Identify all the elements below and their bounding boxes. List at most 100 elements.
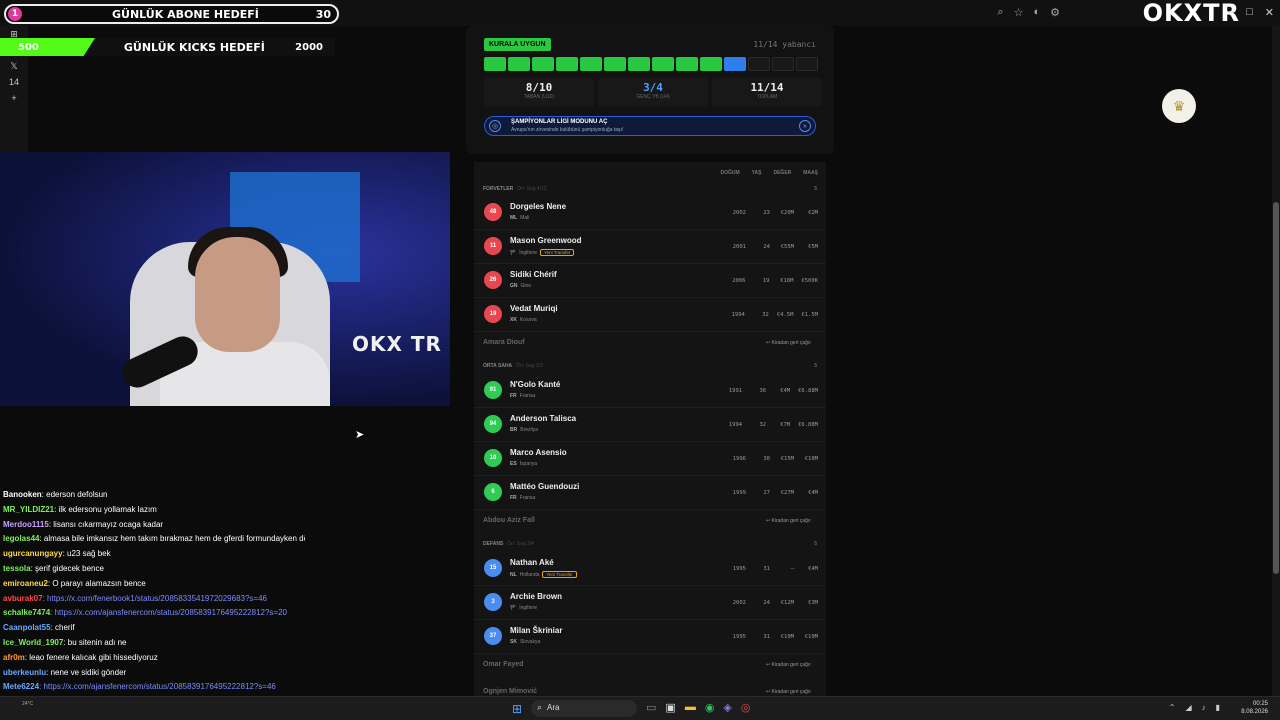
player-stats: 1991 36 €4M €6.88M <box>726 388 818 394</box>
discord-icon[interactable]: ◈ <box>723 701 731 714</box>
taskbar-search[interactable]: ⌕ Ara <box>531 700 637 717</box>
close-icon[interactable]: ✕ <box>1265 6 1274 19</box>
chat-username[interactable]: avburak07 <box>3 594 43 603</box>
chat-username[interactable]: Merdoo1115 <box>3 520 49 529</box>
chat-username[interactable]: Mete6224 <box>3 682 39 691</box>
player-born: 1991 <box>728 388 743 394</box>
player-nationality: 🏴 İngiltere Yeni Transfer <box>510 249 575 256</box>
kicks-goal-fill <box>0 38 95 56</box>
recall-loan-button[interactable]: ↩ Kiradan geri çağır <box>763 661 814 669</box>
table-row[interactable]: 94 Anderson Talisca BR Brezilya 1994 32 €7M €6.… <box>474 408 826 442</box>
battery-icon[interactable]: ▮ <box>1216 703 1220 712</box>
player-name[interactable]: Dorgeles Nene <box>510 202 566 211</box>
player-name[interactable]: N'Golo Kanté <box>510 380 560 389</box>
chat-message: avburak07: https://x.com/fenerbook1/stat… <box>3 592 305 607</box>
recall-loan-button[interactable]: ↩ Kiradan geri çağır <box>763 339 814 347</box>
recall-loan-button[interactable]: ↩ Kiradan geri çağır <box>763 688 814 696</box>
player-nationality: SK Slovakya <box>510 639 540 645</box>
player-age: 32 <box>759 422 767 428</box>
player-name[interactable]: Mason Greenwood <box>510 236 582 245</box>
table-row[interactable]: 48 Dorgeles Nene ML Mali 2002 23 €20M €2M <box>474 196 826 230</box>
chat-username[interactable]: uberkeunlu <box>3 668 46 677</box>
table-row[interactable]: 3 Archie Brown 🏴 İngiltere 2002 24 €12M €3M <box>474 586 826 620</box>
player-wage: €3M <box>808 600 818 606</box>
chat-username[interactable]: schalke7474 <box>3 608 50 617</box>
zoom-icon[interactable]: ⌕ <box>997 6 1003 19</box>
section-name: FORVETLER <box>483 186 514 192</box>
player-born: 1995 <box>732 634 746 640</box>
player-born: 2002 <box>732 600 746 606</box>
chat-username[interactable]: afr0m <box>3 653 25 662</box>
player-stats: 2006 19 €18M €500K <box>729 278 818 284</box>
country-code: 🏴 <box>510 605 517 611</box>
app-icon[interactable]: ◎ <box>741 701 751 714</box>
player-stats: 1995 31 – €4M <box>730 566 818 572</box>
chat-message: uberkeunlu: nene ve sidiki gönder <box>3 666 305 681</box>
bookmark-star-icon[interactable]: ☆ <box>1014 6 1024 19</box>
player-name[interactable]: Archie Brown <box>510 592 562 601</box>
chat-username[interactable]: Ice_World_1907 <box>3 638 63 647</box>
player-name[interactable]: Mattéo Guendouzi <box>510 482 579 491</box>
table-row[interactable]: 10 Marco Asensio ES İspanya 1996 30 €15M €10M <box>474 442 826 476</box>
weather-widget[interactable]: 24°C <box>22 701 33 707</box>
task-view-icon[interactable]: ▭ <box>646 701 656 714</box>
chat-username[interactable]: Caanpolat55 <box>3 623 51 632</box>
settings-gear-icon[interactable]: ⚙ <box>1050 6 1060 19</box>
player-name[interactable]: Anderson Talisca <box>510 414 576 423</box>
page-scrollbar[interactable] <box>1272 26 1280 696</box>
chat-username[interactable]: emiroaneu2 <box>3 579 48 588</box>
badge-14-icon[interactable]: 14 <box>0 74 28 90</box>
table-row[interactable]: 6 Mattéo Guendouzi FR Fransa 1999 27 €27M €4M <box>474 476 826 510</box>
chevron-up-icon[interactable]: ⌃ <box>1169 703 1176 712</box>
maximize-icon[interactable]: □ <box>1246 6 1253 19</box>
chat-username[interactable]: ugurcanungayy <box>3 549 63 558</box>
clock[interactable]: 00:25 8.08.2026 <box>1241 700 1268 716</box>
jersey-number: 37 <box>484 627 502 645</box>
folder-icon[interactable]: ▬ <box>685 701 696 714</box>
chat-username[interactable]: legolas44 <box>3 534 39 543</box>
windows-start-icon[interactable]: ⊞ <box>512 702 522 716</box>
minimize-icon[interactable]: – <box>1228 6 1234 19</box>
player-nationality: FR Fransa <box>510 393 535 399</box>
loaned-player-name: Omar Fayed <box>483 661 524 668</box>
store-icon[interactable]: ▣ <box>665 701 675 714</box>
stat-label: TABAN (U10) <box>523 94 555 100</box>
table-row[interactable]: 37 Milan Škriniar SK Slovakya 1995 31 €10M €10M <box>474 620 826 654</box>
chrome-icon[interactable]: ◉ <box>705 701 715 714</box>
ucl-mode-button[interactable]: ◎ ŞAMPİYONLAR LİGİ MODUNU AÇ Avrupa'nın … <box>484 116 816 136</box>
network-icon[interactable]: ◢ <box>1185 703 1191 712</box>
player-name[interactable]: Nathan Aké <box>510 558 554 567</box>
col-age[interactable]: YAŞ <box>752 170 762 176</box>
chat-username[interactable]: MR_YILDIZ21 <box>3 505 54 514</box>
player-wage: €10M <box>804 456 818 462</box>
table-row[interactable]: 26 Sidiki Chérif GN Gine 2006 19 €18M €500K <box>474 264 826 298</box>
table-row[interactable]: 91 N'Golo Kanté FR Fransa 1991 36 €4M €6.88M <box>474 374 826 408</box>
table-row[interactable]: 19 Vedat Muriqi XK Kosova 1994 32 €4.5M €1.5M <box>474 298 826 332</box>
player-nationality: NL Hollanda Yeni Transfer <box>510 571 577 578</box>
col-value[interactable]: DEĞER <box>773 170 791 176</box>
volume-icon[interactable]: ♪ <box>1202 703 1206 712</box>
player-name[interactable]: Marco Asensio <box>510 448 567 457</box>
chat-panel: Banooken: ederson defolsun MR_YILDIZ21: i… <box>0 488 305 720</box>
chat-text: : nene ve sidiki gönder <box>46 667 127 677</box>
add-icon[interactable]: + <box>0 90 28 106</box>
chat-message: schalke7474: https://x.com/ajansfenercom… <box>3 606 305 621</box>
extension-icon[interactable]: ◐ <box>1033 6 1040 19</box>
player-name[interactable]: Milan Škriniar <box>510 626 562 635</box>
player-value: €4M <box>780 388 791 394</box>
x-app-icon[interactable]: 𝕏 <box>0 58 28 74</box>
table-row[interactable]: 11 Mason Greenwood 🏴 İngiltere Yeni Transfer… <box>474 230 826 264</box>
scrollbar-thumb[interactable] <box>1273 202 1279 574</box>
chat-username[interactable]: tessola <box>3 564 31 573</box>
col-born[interactable]: DOĞUM <box>720 170 739 176</box>
player-name[interactable]: Sidiki Chérif <box>510 270 557 279</box>
player-name[interactable]: Vedat Muriqi <box>510 304 558 313</box>
col-wage[interactable]: MAAŞ <box>803 170 818 176</box>
jersey-number: 15 <box>484 559 502 577</box>
chat-username[interactable]: Banooken <box>3 490 42 499</box>
table-row[interactable]: 15 Nathan Aké NL Hollanda Yeni Transfer 1995 3… <box>474 552 826 586</box>
club-crest-icon[interactable]: ♛ <box>1162 89 1196 123</box>
recall-loan-button[interactable]: ↩ Kiradan geri çağır <box>763 517 814 525</box>
player-age: 27 <box>763 490 770 496</box>
country-name: İspanya <box>519 461 538 467</box>
